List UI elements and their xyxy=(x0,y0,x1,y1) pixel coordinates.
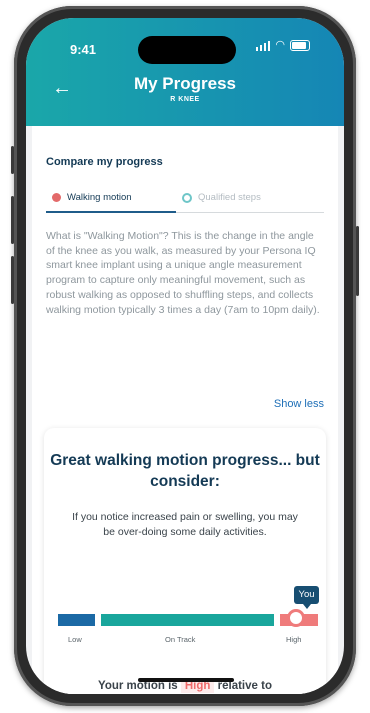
range-bar-on-track xyxy=(101,614,274,626)
qualified-steps-dot-icon xyxy=(182,192,192,203)
insight-card: Great walking motion progress... but con… xyxy=(44,428,326,694)
phone-frame: 9:41 ◠ ← My Progress R KNEE Compare my p… xyxy=(11,6,359,706)
screen: 9:41 ◠ ← My Progress R KNEE Compare my p… xyxy=(26,18,344,694)
walking-motion-dot-icon xyxy=(52,193,61,202)
app-header: 9:41 ◠ ← My Progress R KNEE xyxy=(26,18,344,126)
home-indicator[interactable] xyxy=(138,678,234,682)
show-less-link[interactable]: Show less xyxy=(274,398,324,410)
signal-icon xyxy=(255,41,271,51)
volume-up-button xyxy=(11,196,14,244)
dynamic-island xyxy=(138,36,236,64)
mute-switch xyxy=(11,146,14,174)
page-subtitle: R KNEE xyxy=(170,96,200,103)
page-title: My Progress xyxy=(133,74,237,93)
status-icons: ◠ xyxy=(255,39,310,51)
you-badge: You xyxy=(294,586,319,609)
insight-heading: Great walking motion progress... but con… xyxy=(50,452,320,490)
tab-qualified-steps[interactable]: Qualified steps xyxy=(182,192,261,203)
power-button xyxy=(356,226,359,296)
section-title: Compare my progress xyxy=(46,156,163,168)
volume-down-button xyxy=(11,256,14,304)
status-time: 9:41 xyxy=(70,42,97,57)
wifi-icon: ◠ xyxy=(275,39,285,51)
tab-label: Qualified steps xyxy=(198,192,261,203)
insight-body: If you notice increased pain or swelling… xyxy=(72,511,298,538)
range-bar-low xyxy=(58,614,95,626)
active-tab-indicator xyxy=(46,211,176,213)
progress-card: Compare my progress Walking motion Quali… xyxy=(32,126,338,694)
range-label-high: High xyxy=(286,635,302,644)
metric-tabs: Walking motion Qualified steps xyxy=(46,192,324,214)
tab-walking-motion[interactable]: Walking motion xyxy=(52,192,132,203)
current-level-marker xyxy=(287,609,305,627)
metric-description: What is "Walking Motion"? This is the ch… xyxy=(46,230,320,316)
range-label-on-track: On Track xyxy=(165,635,196,644)
tab-label: Walking motion xyxy=(67,192,132,203)
battery-icon xyxy=(290,40,310,51)
range-label-low: Low xyxy=(68,635,82,644)
